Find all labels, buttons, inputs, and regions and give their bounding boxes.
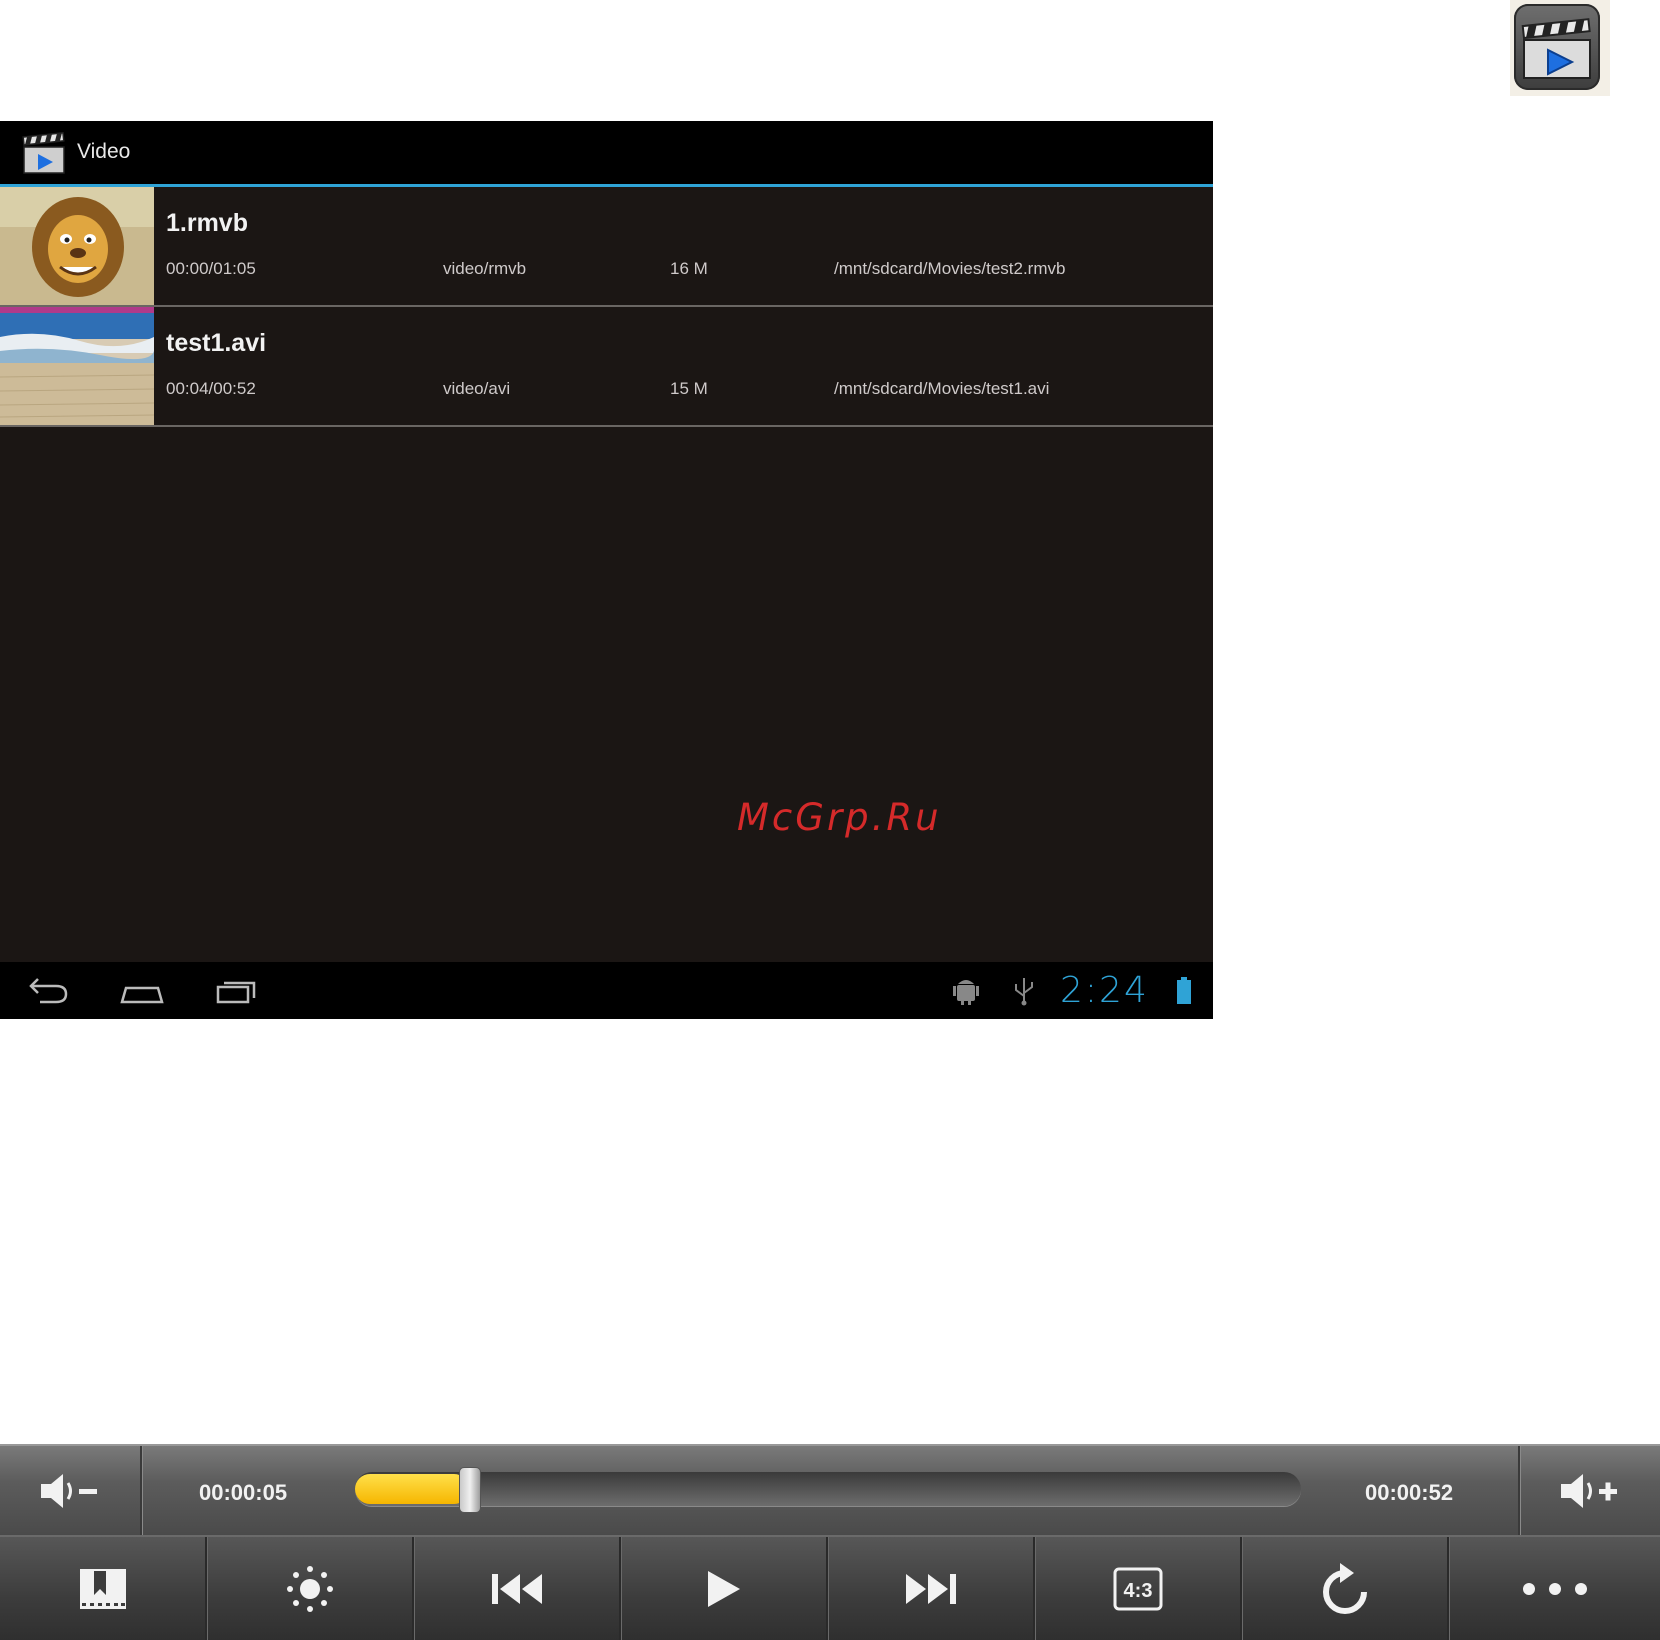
status-clock: 2:24 bbox=[1060, 970, 1149, 1011]
next-button[interactable] bbox=[828, 1537, 1035, 1640]
elapsed-time: 00:00:05 bbox=[199, 1480, 288, 1505]
more-button[interactable] bbox=[1449, 1537, 1660, 1640]
battery-icon bbox=[1177, 977, 1191, 1004]
video-mime-type: video/avi bbox=[443, 379, 511, 398]
clapperboard-icon bbox=[22, 132, 65, 174]
seek-bar-row: 00:00:05 00:00:52 bbox=[0, 1444, 1660, 1536]
volume-down-icon bbox=[41, 1474, 97, 1508]
volume-up-icon bbox=[1561, 1474, 1617, 1508]
system-navigation-bar: 2:24 bbox=[0, 962, 1213, 1019]
seek-bar[interactable] bbox=[355, 1467, 1301, 1513]
aspect-ratio-button[interactable]: 4:3 bbox=[1035, 1537, 1242, 1640]
player-button-row: 4:3 bbox=[0, 1535, 1660, 1640]
back-icon[interactable] bbox=[26, 974, 70, 1006]
video-mime-type: video/rmvb bbox=[443, 259, 527, 278]
volume-up-button[interactable] bbox=[1520, 1446, 1660, 1536]
video-list-item[interactable]: 1.rmvb 00:00/01:05 video/rmvb 16 M /mnt/… bbox=[0, 187, 1213, 307]
aspect-ratio-icon: 4:3 bbox=[1113, 1567, 1162, 1610]
video-list-item[interactable]: test1.avi 00:04/00:52 video/avi 15 M /mn… bbox=[0, 307, 1213, 427]
video-app-launcher-icon[interactable] bbox=[1510, 0, 1610, 96]
watermark-text: McGrp.Ru bbox=[737, 796, 942, 839]
video-file-name: test1.avi bbox=[166, 329, 267, 357]
video-thumbnail bbox=[0, 187, 154, 305]
action-bar: Video bbox=[0, 121, 1213, 187]
play-button[interactable] bbox=[621, 1537, 828, 1640]
home-icon[interactable] bbox=[118, 974, 166, 1006]
more-icon bbox=[1522, 1582, 1587, 1595]
previous-icon bbox=[491, 1573, 542, 1604]
replay-button[interactable] bbox=[1242, 1537, 1449, 1640]
seek-thumb[interactable] bbox=[459, 1467, 481, 1513]
video-file-name: 1.rmvb bbox=[166, 209, 248, 237]
app-title: Video bbox=[77, 140, 131, 163]
video-file-path: /mnt/sdcard/Movies/test1.avi bbox=[834, 379, 1050, 398]
bookmark-icon bbox=[79, 1568, 126, 1609]
previous-button[interactable] bbox=[414, 1537, 621, 1640]
video-file-path: /mnt/sdcard/Movies/test2.rmvb bbox=[834, 259, 1066, 278]
media-controller: 00:00:05 00:00:52 4:3 bbox=[0, 1444, 1660, 1640]
video-duration: 00:00/01:05 bbox=[166, 259, 256, 278]
volume-down-button[interactable] bbox=[0, 1446, 140, 1536]
bookmark-button[interactable] bbox=[0, 1537, 207, 1640]
play-icon bbox=[707, 1570, 740, 1607]
total-time: 00:00:52 bbox=[1365, 1480, 1454, 1505]
recents-icon[interactable] bbox=[214, 974, 260, 1006]
video-list-screen: Video 1.rmvb 00:00/01:05 video/rmvb 16 M… bbox=[0, 121, 1213, 1019]
next-icon bbox=[905, 1573, 956, 1604]
replay-icon bbox=[1322, 1562, 1367, 1614]
aspect-ratio-label: 4:3 bbox=[1123, 1580, 1152, 1602]
video-thumbnail bbox=[0, 307, 154, 425]
video-file-size: 16 M bbox=[670, 259, 708, 278]
brightness-button[interactable] bbox=[207, 1537, 414, 1640]
video-duration: 00:04/00:52 bbox=[166, 379, 256, 398]
brightness-icon bbox=[286, 1565, 333, 1612]
seek-progress bbox=[355, 1474, 469, 1504]
android-debug-icon bbox=[953, 980, 979, 1005]
divider bbox=[140, 1446, 142, 1536]
video-file-size: 15 M bbox=[670, 379, 708, 398]
usb-icon bbox=[1015, 978, 1033, 1006]
